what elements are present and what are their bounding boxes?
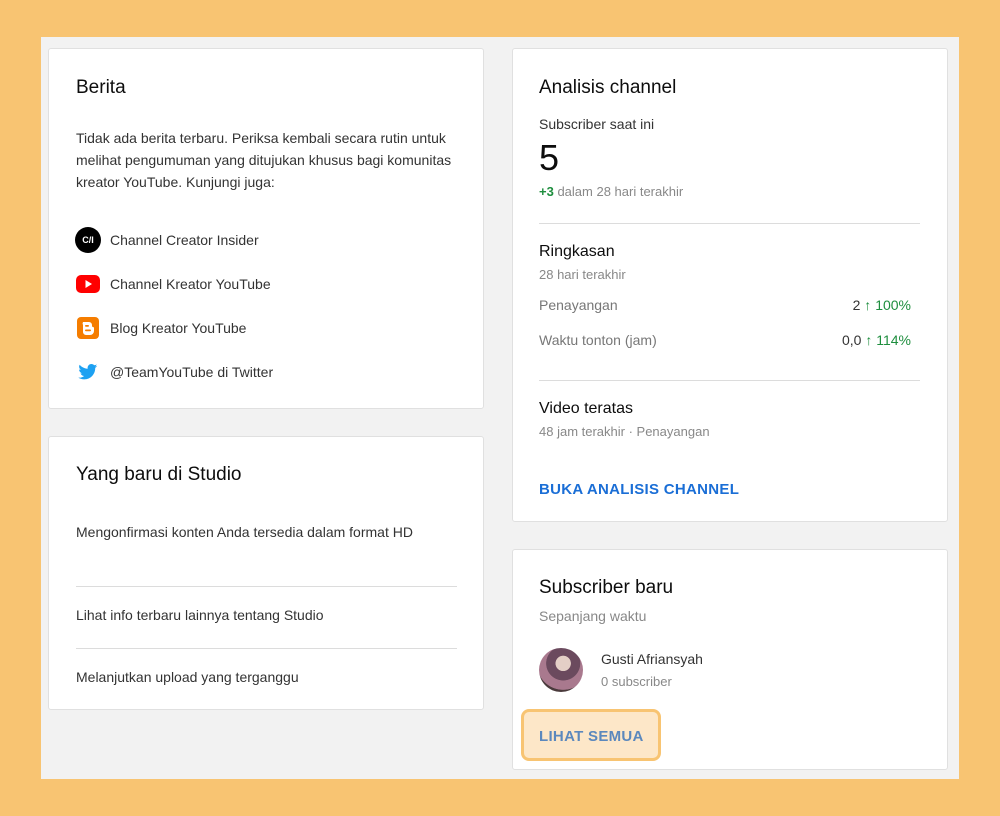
subscriber-label: Subscriber saat ini	[539, 116, 655, 132]
divider	[76, 648, 457, 649]
subscriber-count: 5	[539, 137, 560, 178]
news-card: Berita Tidak ada berita terbaru. Periksa…	[48, 48, 484, 409]
change-label: dalam 28 hari terakhir	[557, 184, 684, 199]
analytics-title: Analisis channel	[539, 77, 677, 98]
link-label[interactable]: Blog Kreator YouTube	[110, 320, 246, 336]
link-creator-blog[interactable]: Blog Kreator YouTube	[75, 315, 246, 341]
link-youtube-creators[interactable]: Channel Kreator YouTube	[75, 271, 271, 297]
arrow-up-icon: ↑	[865, 332, 873, 348]
studio-item[interactable]: Mengonfirmasi konten Anda tersedia dalam…	[76, 521, 416, 543]
arrow-up-icon: ↑	[864, 297, 872, 313]
news-title: Berita	[76, 77, 126, 98]
stat-label: Waktu tonton (jam)	[539, 332, 657, 348]
divider	[539, 380, 920, 381]
studio-item[interactable]: Lihat info terbaru lainnya tentang Studi…	[76, 604, 324, 626]
subscriber-list-item[interactable]: Gusti Afriansyah 0 subscriber	[539, 648, 703, 692]
stat-value: 0,0	[841, 332, 862, 348]
top-videos-title: Video teratas	[539, 400, 633, 417]
top-videos-sub: 48 jam terakhir · Penayangan	[539, 424, 710, 439]
stat-value: 2	[852, 297, 861, 313]
stat-values: 0,0 ↑ 114%	[842, 332, 911, 348]
new-subscribers-period: Sepanjang waktu	[539, 608, 647, 624]
studio-item[interactable]: Melanjutkan upload yang terganggu	[76, 666, 299, 688]
link-creator-insider[interactable]: C/I Channel Creator Insider	[75, 227, 259, 253]
twitter-icon	[75, 359, 101, 385]
stat-label: Penayangan	[539, 297, 618, 313]
divider	[539, 223, 920, 224]
subscriber-change: +3 dalam 28 hari terakhir	[539, 184, 683, 199]
dashboard-frame: Berita Tidak ada berita terbaru. Periksa…	[41, 37, 959, 779]
link-label[interactable]: @TeamYouTube di Twitter	[110, 364, 273, 380]
subscriber-name[interactable]: Gusti Afriansyah	[601, 651, 703, 667]
stat-values: 2 ↑ 100%	[853, 297, 911, 313]
stat-change: 114%	[876, 332, 911, 348]
link-twitter[interactable]: @TeamYouTube di Twitter	[75, 359, 273, 385]
blogger-icon	[75, 315, 101, 341]
stat-row-views: Penayangan 2 ↑ 100%	[539, 297, 911, 313]
link-label[interactable]: Channel Kreator YouTube	[110, 276, 271, 292]
change-value: +3	[539, 184, 554, 199]
studio-card: Yang baru di Studio Mengonfirmasi konten…	[48, 436, 484, 710]
avatar[interactable]	[539, 648, 583, 692]
summary-title: Ringkasan	[539, 243, 615, 260]
summary-period: 28 hari terakhir	[539, 267, 626, 282]
stat-row-watch-time: Waktu tonton (jam) 0,0 ↑ 114%	[539, 332, 911, 348]
subscriber-count-label: 0 subscriber	[601, 674, 672, 689]
divider	[76, 586, 457, 587]
new-subscribers-card: Subscriber baru Sepanjang waktu Gusti Af…	[512, 549, 948, 770]
youtube-icon	[75, 271, 101, 297]
stat-change: 100%	[875, 297, 911, 313]
creator-insider-icon: C/I	[75, 227, 101, 253]
news-body: Tidak ada berita terbaru. Periksa kembal…	[76, 130, 452, 190]
open-analytics-button[interactable]: BUKA ANALISIS CHANNEL	[539, 481, 739, 498]
studio-title: Yang baru di Studio	[76, 464, 242, 485]
analytics-card: Analisis channel Subscriber saat ini 5 +…	[512, 48, 948, 522]
link-label[interactable]: Channel Creator Insider	[110, 232, 259, 248]
new-subscribers-title: Subscriber baru	[539, 577, 674, 598]
see-all-button[interactable]: LIHAT SEMUA	[539, 728, 644, 745]
